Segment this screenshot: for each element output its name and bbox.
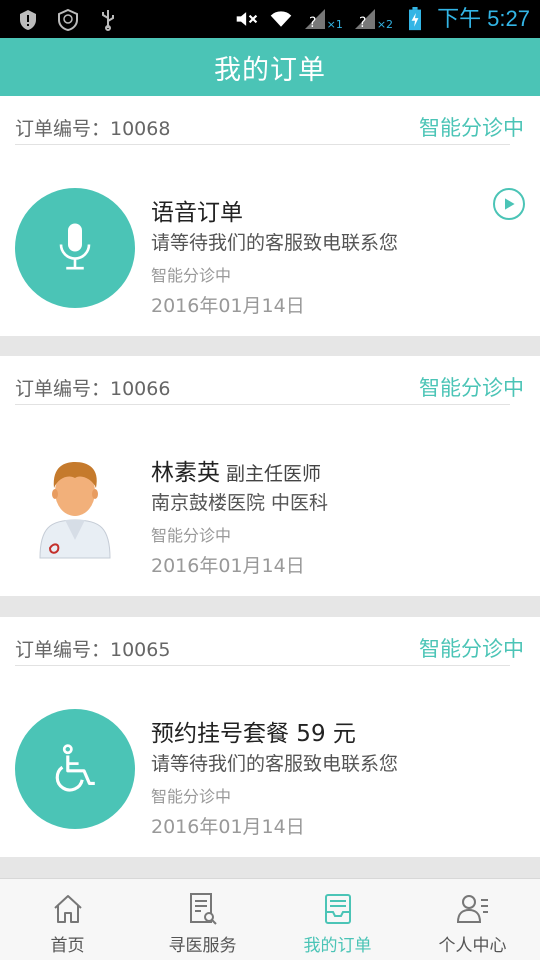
battery-charging-icon (409, 7, 422, 31)
page-title: 我的订单 (214, 54, 326, 86)
doctor-avatar-icon (39, 462, 111, 559)
order-status-label: 智能分诊中 (419, 637, 524, 661)
nav-label-my-orders: 我的订单 (303, 936, 372, 956)
order-number: 订单编号：10066 (15, 378, 171, 400)
order-title: 预约挂号套餐 59 元 (151, 721, 356, 747)
play-voice-button[interactable] (493, 188, 525, 220)
nav-label-profile: 个人中心 (438, 936, 507, 956)
order-avatar (15, 188, 135, 308)
nav-label-home: 首页 (50, 936, 85, 956)
status-bar: ? ×1 ? ×2 下午 5:27 (0, 0, 540, 38)
status-right-icons: ? ×1 ? ×2 下午 5:27 (235, 4, 530, 34)
order-description: 请等待我们的客服致电联系您 (151, 753, 399, 775)
profile-icon (456, 895, 488, 923)
security-badge-icon (58, 8, 78, 32)
order-date: 2016年01月14日 (151, 555, 305, 577)
order-header: 订单编号：10066 智能分诊中 (15, 356, 524, 405)
order-number: 订单编号：10068 (15, 118, 171, 140)
play-icon (505, 198, 515, 210)
order-avatar (15, 709, 135, 829)
doctor-name: 林素英 (151, 460, 220, 486)
nav-item-find-doctor[interactable]: 寻医服务 (135, 879, 270, 960)
order-date: 2016年01月14日 (151, 295, 305, 317)
status-left-icons (16, 8, 120, 32)
app-screen: ? ×1 ? ×2 下午 5:27 我的订单 订单编号：10068 智能分诊中 (0, 0, 540, 960)
doctor-avatar (30, 448, 120, 566)
nav-item-my-orders[interactable]: 我的订单 (270, 879, 405, 960)
order-header: 订单编号：10068 智能分诊中 (15, 96, 524, 145)
order-description: 请等待我们的客服致电联系您 (151, 232, 399, 254)
shield-alert-icon (20, 10, 36, 30)
orders-icon (324, 894, 351, 924)
nav-item-home[interactable]: 首页 (0, 879, 135, 960)
order-card[interactable]: 订单编号：10065 智能分诊中 预约挂号套餐 59 元 请等待我们的客服致电联… (0, 617, 540, 857)
order-card[interactable]: 订单编号：10066 智能分诊中 林素英 副主任医师 南京鼓楼医院 中医科 智能分… (0, 356, 540, 596)
order-status-label: 智能分诊中 (419, 376, 524, 400)
usb-icon (102, 10, 114, 31)
sim2-signal: ? ×2 (353, 7, 393, 31)
mute-icon (236, 12, 257, 26)
sim2-badge: ×2 (376, 18, 394, 31)
nav-label-find-doctor: 寻医服务 (168, 936, 237, 956)
microphone-icon (59, 223, 91, 270)
order-card[interactable]: 订单编号：10068 智能分诊中 语音订单 请等待我们的客服致电联系您 智能分诊… (0, 96, 540, 336)
no-signal-icon: ? (304, 9, 325, 31)
order-title: 语音订单 (151, 200, 243, 226)
no-signal-icon: ? (354, 9, 375, 31)
order-description: 南京鼓楼医院 中医科 (151, 492, 329, 514)
order-status-label: 智能分诊中 (419, 116, 524, 140)
order-date: 2016年01月14日 (151, 816, 305, 838)
home-icon (53, 895, 82, 923)
order-number: 订单编号：10065 (15, 639, 171, 661)
order-state: 智能分诊中 (151, 526, 232, 545)
svg-text:?: ? (309, 15, 316, 31)
wifi-icon (270, 11, 291, 27)
bottom-nav: 首页 寻医服务 我的订单 个人中心 (0, 878, 540, 960)
doctor-rank: 副主任医师 (226, 463, 322, 485)
sim1-signal: ? ×1 (303, 7, 343, 31)
svg-text:?: ? (359, 15, 366, 31)
order-header: 订单编号：10065 智能分诊中 (15, 617, 524, 666)
order-state: 智能分诊中 (151, 266, 232, 285)
status-time: 下午 5:27 (437, 6, 530, 31)
sim1-badge: ×1 (326, 18, 343, 31)
app-header: 我的订单 (0, 38, 540, 96)
search-doc-icon (189, 893, 217, 925)
order-title: 林素英 副主任医师 (151, 453, 321, 487)
order-state: 智能分诊中 (151, 787, 232, 806)
nav-item-profile[interactable]: 个人中心 (405, 879, 540, 960)
wheelchair-icon (55, 744, 95, 792)
